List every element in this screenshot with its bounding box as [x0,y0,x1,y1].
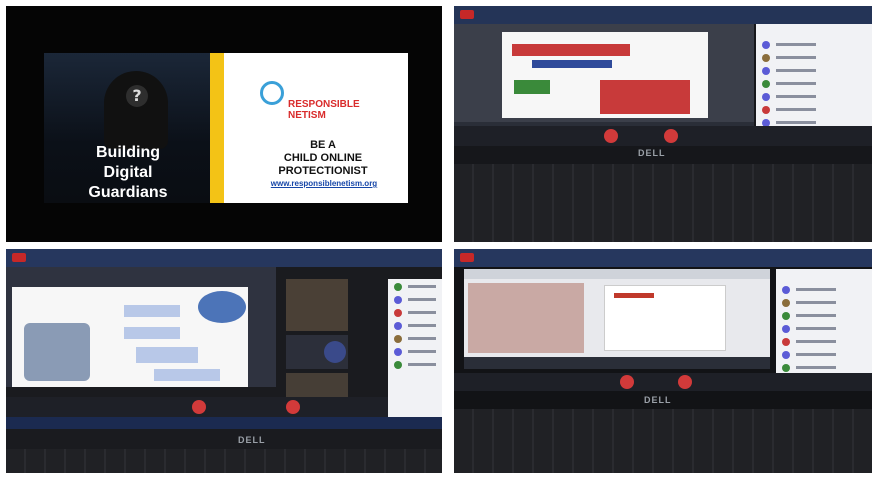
photo-meeting-screen-3: DELL [454,249,872,473]
title-slide: ? Building Digital Guardians RESPONSIBLE… [44,53,408,203]
yellow-stripe [210,53,224,203]
mic-off-icon [604,129,618,143]
video-tile [286,279,348,331]
shared-screen [464,269,770,369]
laptop-brand-logo: DELL [238,435,266,445]
recording-badge [12,253,26,262]
taskbar [6,417,442,429]
shared-slide [502,32,708,118]
meeting-controls [454,373,872,391]
laptop-brand-logo: DELL [638,148,666,158]
meeting-controls [6,397,388,417]
laptop-brand-logo: DELL [644,395,672,405]
meeting-top-bar [454,249,872,267]
photo-meeting-screen-2: DELL [6,249,442,473]
keyboard-area [6,449,442,473]
photo-title-slide: ? Building Digital Guardians RESPONSIBLE… [6,6,442,242]
meeting-top-bar [454,6,872,24]
participants-panel [388,279,442,419]
participants-panel [756,24,872,142]
recording-badge [460,10,474,19]
shared-screen [454,24,754,142]
end-call-icon [678,375,692,389]
brand-name: RESPONSIBLE NETISM [288,99,360,121]
photo-meeting-screen-1: DELL [454,6,872,242]
website-link: www.responsiblenetism.org [270,179,378,188]
question-mark-icon: ? [126,85,148,107]
participants-panel [776,269,872,387]
keyboard-area [454,164,872,242]
responsible-netism-logo-icon [260,81,284,105]
meeting-top-bar [6,249,442,267]
meeting-controls [454,126,872,146]
recording-badge [460,253,474,262]
end-call-icon [664,129,678,143]
slide-headline: BE A CHILD ONLINE PROTECTIONIST [278,139,368,177]
shared-screen [6,267,276,387]
mic-off-icon [192,400,206,414]
hooded-figure-image: ? Building Digital Guardians [44,53,210,203]
cyber-crimes-slide [12,287,248,387]
avatar [324,341,346,363]
building-digital-guardians-text: Building Digital Guardians [88,144,168,201]
mic-off-icon [620,375,634,389]
keyboard-area [454,409,872,473]
hood-shape [104,71,168,149]
end-call-icon [286,400,300,414]
